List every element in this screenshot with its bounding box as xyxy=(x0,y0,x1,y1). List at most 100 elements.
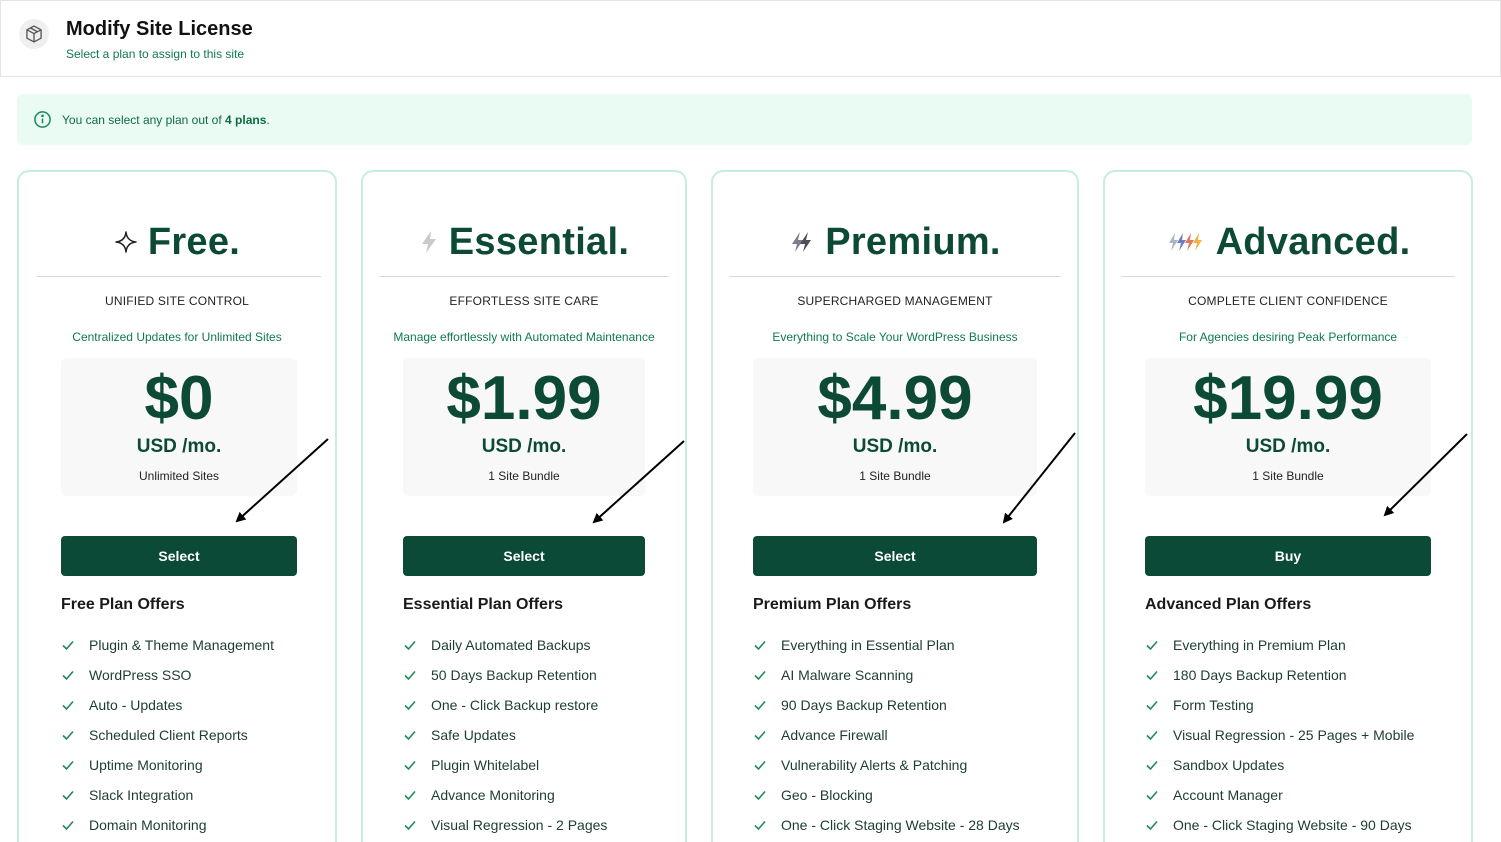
feature-label: Visual Regression - 2 Pages xyxy=(431,817,608,833)
check-icon xyxy=(1146,760,1158,771)
buy-advanced-button[interactable]: Buy xyxy=(1145,536,1431,576)
feature-label: Form Testing xyxy=(1173,697,1254,713)
feature-label: One - Click Staging Website - 28 Days xyxy=(781,817,1020,833)
plan-card-essential: Essential. EFFORTLESS SITE CARE Manage e… xyxy=(361,170,687,842)
plan-tagline: UNIFIED SITE CONTROL xyxy=(104,294,249,308)
feature-label: WordPress SSO xyxy=(89,667,192,683)
check-icon xyxy=(62,820,74,831)
site-bundle: 1 Site Bundle xyxy=(488,469,560,483)
feature-item: Plugin Whitelabel xyxy=(403,750,607,780)
plan-card-advanced: Advanced. COMPLETE CLIENT CONFIDENCE For… xyxy=(1103,170,1473,842)
check-icon xyxy=(62,790,74,801)
feature-item: WordPress SSO xyxy=(61,660,274,690)
offers-title: Free Plan Offers xyxy=(61,596,185,613)
feature-item: Geo - Blocking xyxy=(753,780,1020,810)
divider xyxy=(729,276,1061,277)
check-icon xyxy=(754,760,766,771)
feature-label: Uptime Monitoring xyxy=(89,757,203,773)
feature-item: 90 Days Backup Retention xyxy=(753,690,1020,720)
notice-text: You can select any plan out of 4 plans. xyxy=(62,113,270,127)
plan-name: Essential. xyxy=(448,220,630,263)
site-bundle: Unlimited Sites xyxy=(138,469,220,483)
select-premium-button[interactable]: Select xyxy=(753,536,1037,576)
divider xyxy=(37,276,321,277)
plan-price: $4.99 xyxy=(817,364,973,433)
page-header: Modify Site License Select a plan to ass… xyxy=(0,0,1501,77)
plan-description: Manage effortlessly with Automated Maint… xyxy=(393,330,655,344)
check-icon xyxy=(404,790,416,801)
notice-prefix: You can select any plan out of xyxy=(62,112,226,127)
feature-item: One - Click Staging Website - 90 Days xyxy=(1145,810,1414,840)
feature-label: One - Click Backup restore xyxy=(431,697,599,713)
feature-label: Plugin Whitelabel xyxy=(431,757,540,773)
site-bundle: 1 Site Bundle xyxy=(859,469,931,483)
check-icon xyxy=(404,820,416,831)
check-icon xyxy=(404,760,416,771)
page-title: Modify Site License xyxy=(66,18,253,40)
feature-label: Geo - Blocking xyxy=(781,787,873,803)
feature-label: Account Manager xyxy=(1173,787,1283,803)
feature-item: Sandbox Updates xyxy=(1145,750,1414,780)
feature-label: 180 Days Backup Retention xyxy=(1173,667,1347,683)
feature-item: One - Click Backup restore xyxy=(403,690,607,720)
check-icon xyxy=(1146,730,1158,741)
feature-label: 50 Days Backup Retention xyxy=(431,667,597,683)
sparkle-icon xyxy=(115,231,137,253)
select-free-button[interactable]: Select xyxy=(61,536,297,576)
feature-label: Domain Monitoring xyxy=(89,817,207,833)
check-icon xyxy=(62,640,74,651)
price-unit: USD /mo. xyxy=(1245,436,1331,457)
plan-price: $0 xyxy=(144,364,214,433)
plan-card-free: Free. UNIFIED SITE CONTROL Centralized U… xyxy=(17,170,337,842)
check-icon xyxy=(404,640,416,651)
offers-title: Premium Plan Offers xyxy=(753,596,912,613)
check-icon xyxy=(62,730,74,741)
notice-count: 4 plans xyxy=(225,112,267,127)
feature-label: Slack Integration xyxy=(89,787,194,803)
feature-item: Visual Regression - 25 Pages + Mobile xyxy=(1145,720,1414,750)
select-essential-button[interactable]: Select xyxy=(403,536,645,576)
feature-item: Scheduled Client Reports xyxy=(61,720,274,750)
check-icon xyxy=(754,670,766,681)
check-icon xyxy=(754,700,766,711)
feature-item: One - Click Staging Website - 28 Days xyxy=(753,810,1020,840)
plan-name: Free. xyxy=(147,220,241,263)
feature-list: Plugin & Theme Management WordPress SSO … xyxy=(61,630,274,840)
feature-item: Safe Updates xyxy=(403,720,607,750)
divider xyxy=(379,276,669,277)
price-box: $19.99 USD /mo. 1 Site Bundle xyxy=(1145,358,1431,496)
feature-item: 180 Days Backup Retention xyxy=(1145,660,1414,690)
check-icon xyxy=(1146,640,1158,651)
feature-item: Advance Monitoring xyxy=(403,780,607,810)
offers-title: Advanced Plan Offers xyxy=(1145,596,1312,613)
plan-title: Premium. xyxy=(713,221,1077,263)
divider xyxy=(1121,276,1455,277)
feature-list: Everything in Essential Plan AI Malware … xyxy=(753,630,1020,840)
check-icon xyxy=(404,670,416,681)
feature-label: Plugin & Theme Management xyxy=(89,637,274,653)
check-icon xyxy=(62,760,74,771)
feature-item: Plugin & Theme Management xyxy=(61,630,274,660)
feature-label: Visual Regression - 25 Pages + Mobile xyxy=(1173,727,1415,743)
plan-name: Advanced. xyxy=(1215,220,1411,263)
plan-title: Free. xyxy=(19,220,335,263)
feature-item: Everything in Premium Plan xyxy=(1145,630,1414,660)
feature-item: Advance Firewall xyxy=(753,720,1020,750)
feature-item: Vulnerability Alerts & Patching xyxy=(753,750,1020,780)
feature-item: AI Malware Scanning xyxy=(753,660,1020,690)
feature-item: Uptime Monitoring xyxy=(61,750,274,780)
check-icon xyxy=(62,700,74,711)
feature-label: Auto - Updates xyxy=(89,697,183,713)
site-bundle: 1 Site Bundle xyxy=(1252,469,1324,483)
check-icon xyxy=(1146,700,1158,711)
feature-label: 90 Days Backup Retention xyxy=(781,697,947,713)
price-unit: USD /mo. xyxy=(852,436,938,457)
check-icon xyxy=(404,730,416,741)
check-icon xyxy=(404,700,416,711)
check-icon xyxy=(62,670,74,681)
feature-label: Sandbox Updates xyxy=(1173,757,1285,773)
plan-description: Centralized Updates for Unlimited Sites xyxy=(72,330,282,344)
feature-label: Advance Firewall xyxy=(781,727,888,743)
plan-tagline: EFFORTLESS SITE CARE xyxy=(449,294,599,308)
plan-count-notice: You can select any plan out of 4 plans. xyxy=(17,94,1472,145)
